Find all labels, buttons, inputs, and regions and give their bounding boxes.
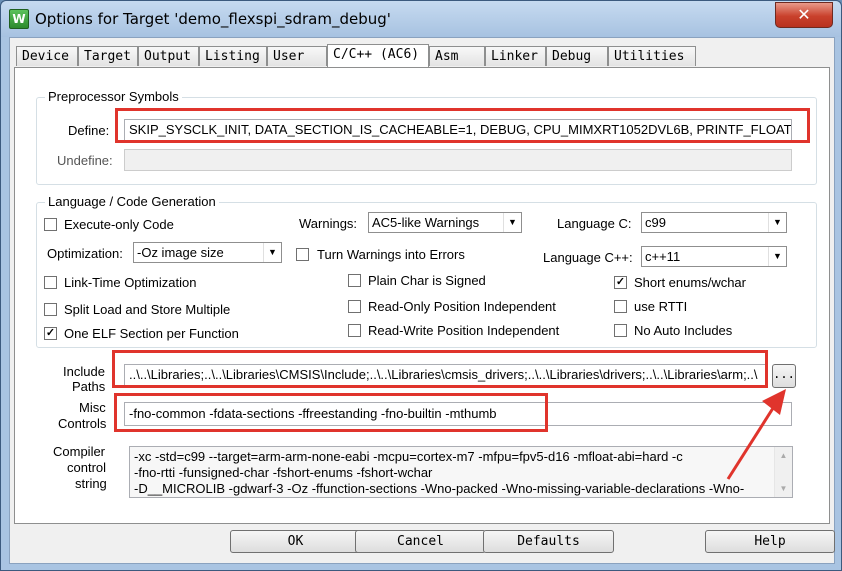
dialog-window: W Options for Target 'demo_flexspi_sdram… <box>0 0 842 571</box>
execute-only-label: Execute-only Code <box>64 217 174 232</box>
include-paths-input[interactable]: ..\..\Libraries;..\..\Libraries\CMSIS\In… <box>124 364 768 386</box>
chevron-down-icon: ▼ <box>768 213 786 232</box>
compiler-line-3: -D__MICROLIB -gdwarf-3 -Oz -ffunction-se… <box>134 481 745 496</box>
split-load-label: Split Load and Store Multiple <box>64 302 231 317</box>
language-cpp-select-value: c++11 <box>645 249 681 264</box>
chevron-down-icon: ▼ <box>768 247 786 266</box>
one-elf-label: One ELF Section per Function <box>64 326 239 341</box>
misc-label-line1: Misc <box>79 400 106 415</box>
rwpi-checkbox[interactable] <box>348 324 361 337</box>
tab-output[interactable]: Output <box>138 46 199 66</box>
optimization-select[interactable]: -Oz image size ▼ <box>133 242 282 263</box>
language-group-title: Language / Code Generation <box>45 194 219 209</box>
short-enums-label: Short enums/wchar <box>634 275 746 290</box>
undefine-label: Undefine: <box>57 153 113 168</box>
warnings-select-value: AC5-like Warnings <box>372 215 480 230</box>
use-rtti-checkbox[interactable] <box>614 300 627 313</box>
ropi-label: Read-Only Position Independent <box>368 299 556 314</box>
chevron-down-icon: ▼ <box>263 243 281 262</box>
annotation-arrow-icon <box>726 389 786 480</box>
close-button[interactable]: ✕ <box>775 2 833 28</box>
compiler-label-line1: Compiler <box>53 444 106 459</box>
execute-only-checkbox[interactable] <box>44 218 57 231</box>
tab-listing[interactable]: Listing <box>199 46 267 66</box>
rwpi-label: Read-Write Position Independent <box>368 323 560 338</box>
compiler-control-string[interactable]: -xc -std=c99 --target=arm-arm-none-eabi … <box>129 446 793 498</box>
compiler-label-line3: string <box>75 476 107 491</box>
tab-utilities[interactable]: Utilities <box>608 46 696 66</box>
tab-user[interactable]: User <box>267 46 327 66</box>
optimization-select-value: -Oz image size <box>137 245 224 260</box>
include-label-line2: Paths <box>72 379 106 394</box>
tab-target[interactable]: Target <box>78 46 138 66</box>
compiler-line-2: -fno-rtti -funsigned-char -fshort-enums … <box>134 465 433 480</box>
ropi-checkbox[interactable] <box>348 300 361 313</box>
tab-debug[interactable]: Debug <box>546 46 608 66</box>
chevron-down-icon: ▼ <box>503 213 521 232</box>
short-enums-checkbox[interactable]: ✓ <box>614 276 627 289</box>
defaults-button[interactable]: Defaults <box>483 530 614 553</box>
plain-char-checkbox[interactable] <box>348 274 361 287</box>
include-label-line1: Include <box>63 364 105 379</box>
turn-warnings-label: Turn Warnings into Errors <box>317 247 465 262</box>
preprocessor-group-title: Preprocessor Symbols <box>45 89 182 104</box>
tab-c-cpp-ac6[interactable]: C/C++ (AC6) <box>327 44 429 67</box>
c-cpp-panel: Preprocessor Symbols Define: SKIP_SYSCLK… <box>14 67 830 524</box>
misc-controls-input[interactable]: -fno-common -fdata-sections -ffreestandi… <box>124 402 792 426</box>
compiler-label-line2: control <box>67 460 107 475</box>
one-elf-checkbox[interactable]: ✓ <box>44 327 57 340</box>
misc-label-line2: Controls <box>58 416 107 431</box>
turn-warnings-checkbox[interactable] <box>296 248 309 261</box>
uvision-icon: W <box>9 9 29 29</box>
define-input[interactable]: SKIP_SYSCLK_INIT, DATA_SECTION_IS_CACHEA… <box>124 119 792 141</box>
language-c-label: Language C: <box>557 216 632 231</box>
plain-char-label: Plain Char is Signed <box>368 273 486 288</box>
lto-label: Link-Time Optimization <box>64 275 197 290</box>
warnings-select[interactable]: AC5-like Warnings ▼ <box>368 212 522 233</box>
no-auto-includes-checkbox[interactable] <box>614 324 627 337</box>
preprocessor-group: Preprocessor Symbols <box>36 89 817 185</box>
language-c-select[interactable]: c99 ▼ <box>641 212 787 233</box>
undefine-input[interactable] <box>124 149 792 171</box>
define-label: Define: <box>68 123 110 138</box>
optimization-label: Optimization: <box>47 246 123 261</box>
compiler-line-1: -xc -std=c99 --target=arm-arm-none-eabi … <box>134 449 683 464</box>
lto-checkbox[interactable] <box>44 276 57 289</box>
split-load-checkbox[interactable] <box>44 303 57 316</box>
window-title: Options for Target 'demo_flexspi_sdram_d… <box>35 10 391 28</box>
tab-asm[interactable]: Asm <box>429 46 485 66</box>
language-cpp-select[interactable]: c++11 ▼ <box>641 246 787 267</box>
tab-linker[interactable]: Linker <box>485 46 546 66</box>
use-rtti-label: use RTTI <box>634 299 688 314</box>
no-auto-includes-label: No Auto Includes <box>634 323 733 338</box>
warnings-label: Warnings: <box>299 216 358 231</box>
title-bar[interactable]: W Options for Target 'demo_flexspi_sdram… <box>1 1 841 37</box>
language-cpp-label: Language C++: <box>543 250 633 265</box>
dialog-client: Device Target Output Listing User C/C++ … <box>9 37 835 564</box>
help-button[interactable]: Help <box>705 530 835 553</box>
cancel-button[interactable]: Cancel <box>355 530 486 553</box>
ok-button[interactable]: OK <box>230 530 361 553</box>
tab-device[interactable]: Device <box>16 46 78 66</box>
language-c-select-value: c99 <box>645 215 666 230</box>
